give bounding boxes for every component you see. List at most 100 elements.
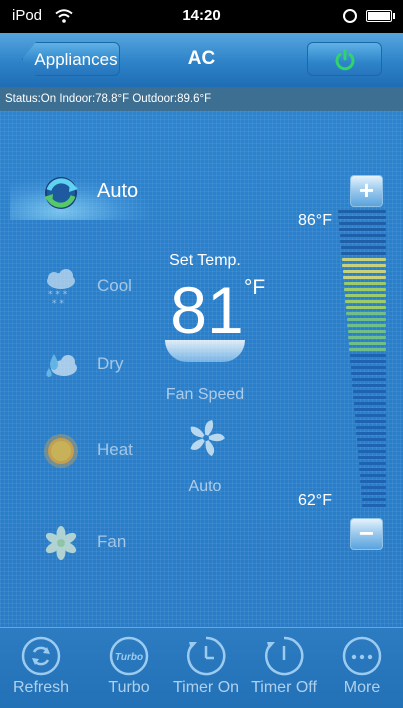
timer-off-button[interactable]: Timer Off bbox=[244, 628, 324, 708]
cool-snowflake-cloud-icon: * * * * * bbox=[47, 269, 75, 308]
temperature-level-bar bbox=[359, 474, 386, 477]
fan-speed-value: Auto bbox=[188, 478, 222, 495]
temperature-level-bar bbox=[342, 270, 386, 273]
timer-off-label: Timer Off bbox=[251, 679, 317, 696]
timer-on-icon bbox=[187, 636, 226, 676]
auto-mode-icon bbox=[44, 177, 78, 209]
temperature-level-bar bbox=[351, 378, 386, 381]
refresh-label: Refresh bbox=[12, 679, 70, 696]
max-temp-label: 86°F bbox=[298, 212, 332, 229]
minus-icon: − bbox=[358, 518, 375, 548]
bottom-toolbar: Refresh Turbo Turbo Timer On Timer Off M… bbox=[0, 627, 403, 708]
temperature-level-bar bbox=[350, 366, 386, 369]
temperature-level-bar bbox=[356, 438, 386, 441]
more-label: More bbox=[343, 679, 381, 696]
temperature-level-bar bbox=[356, 432, 386, 435]
temperature-level-bar bbox=[359, 468, 386, 471]
temperature-level-bar bbox=[354, 414, 386, 417]
temperature-level-bar bbox=[348, 342, 386, 345]
more-icon bbox=[342, 636, 382, 676]
device-status-line: Status:On Indoor:78.8°F Outdoor:89.6°F bbox=[0, 87, 403, 111]
temperature-level-bar bbox=[340, 246, 386, 249]
temperature-level-bar bbox=[362, 504, 386, 507]
turbo-icon-text: Turbo bbox=[115, 652, 143, 663]
temperature-level-bar bbox=[338, 222, 386, 225]
temperature-level-bar bbox=[348, 336, 386, 339]
mode-label-auto: Auto bbox=[97, 180, 139, 202]
decrease-temp-button[interactable]: − bbox=[350, 518, 383, 550]
temperature-level-bar bbox=[353, 396, 386, 399]
temperature-level-bar bbox=[354, 408, 386, 411]
temperature-dial-arc bbox=[165, 340, 245, 362]
temperature-level-bar bbox=[347, 330, 386, 333]
temperature-level-bar bbox=[361, 492, 386, 495]
temperature-level-bar bbox=[345, 306, 386, 309]
temperature-level-bar bbox=[344, 294, 386, 297]
temperature-level-bar bbox=[361, 498, 386, 501]
temperature-level-bar bbox=[342, 264, 386, 267]
temperature-level-bar bbox=[338, 216, 386, 219]
mode-label-heat: Heat bbox=[97, 440, 133, 459]
temperature-level-bar bbox=[341, 252, 386, 255]
turbo-button[interactable]: Turbo Turbo bbox=[89, 628, 169, 708]
dry-droplet-cloud-icon bbox=[46, 354, 77, 377]
mode-label-cool: Cool bbox=[97, 276, 132, 295]
fan-speed-button[interactable] bbox=[185, 417, 227, 464]
temperature-level-bar bbox=[352, 390, 386, 393]
temperature-level-bar bbox=[346, 312, 386, 315]
heat-sun-icon bbox=[44, 434, 78, 468]
rotation-lock-icon bbox=[343, 9, 357, 23]
set-temperature-value: 81 bbox=[170, 273, 244, 347]
set-temp-label: Set Temp. bbox=[169, 252, 241, 269]
temperature-level-bar bbox=[344, 288, 386, 291]
min-temp-label: 62°F bbox=[298, 492, 332, 509]
temperature-level-bar bbox=[360, 486, 386, 489]
refresh-button[interactable]: Refresh bbox=[1, 628, 81, 708]
fan-speed-label: Fan Speed bbox=[165, 386, 245, 403]
temperature-level-bar bbox=[338, 210, 386, 213]
temperature-level-bar bbox=[346, 318, 386, 321]
temperature-level-bar bbox=[347, 324, 386, 327]
temperature-level-bar bbox=[358, 462, 386, 465]
temperature-level-bar bbox=[360, 480, 386, 483]
timer-off-icon bbox=[265, 636, 304, 676]
temperature-level-bar bbox=[353, 402, 386, 405]
temperature-level-bar bbox=[355, 420, 386, 423]
plus-icon: + bbox=[358, 175, 375, 205]
turbo-label: Turbo bbox=[108, 679, 150, 696]
temperature-level-bar bbox=[357, 444, 386, 447]
temperature-level-bars[interactable] bbox=[336, 210, 386, 510]
svg-text:* *: * * bbox=[52, 299, 64, 308]
mode-label-fan: Fan bbox=[97, 532, 127, 551]
power-icon bbox=[335, 49, 355, 71]
temperature-level-bar bbox=[350, 360, 386, 363]
temperature-level-bar bbox=[357, 450, 386, 453]
timer-on-label: Timer On bbox=[172, 679, 240, 696]
temperature-level-bar bbox=[355, 426, 386, 429]
timer-on-button[interactable]: Timer On bbox=[166, 628, 246, 708]
temperature-unit: °F bbox=[244, 276, 266, 299]
fan-speed-icon bbox=[190, 420, 225, 457]
ac-control-screen: iPod 14:20 Appliances AC Status:On Indoo… bbox=[0, 0, 403, 708]
mode-label-dry: Dry bbox=[97, 354, 124, 373]
temperature-level-bar bbox=[343, 282, 386, 285]
increase-temp-button[interactable]: + bbox=[350, 175, 383, 207]
temperature-level-bar bbox=[339, 228, 386, 231]
status-bar: iPod 14:20 bbox=[0, 0, 403, 33]
temperature-level-bar bbox=[349, 354, 386, 357]
temperature-level-bar bbox=[343, 276, 386, 279]
temperature-level-bar bbox=[358, 456, 386, 459]
temperature-level-bar bbox=[340, 240, 386, 243]
temperature-level-bar bbox=[345, 300, 386, 303]
temperature-level-bar bbox=[351, 372, 386, 375]
battery-tip bbox=[393, 13, 395, 19]
refresh-icon bbox=[21, 636, 61, 676]
power-button[interactable] bbox=[307, 42, 382, 76]
turbo-icon: Turbo bbox=[109, 636, 149, 676]
more-button[interactable]: More bbox=[322, 628, 402, 708]
temperature-level-bar bbox=[341, 258, 386, 261]
fan-mode-icon bbox=[45, 526, 77, 560]
temperature-level-bar bbox=[349, 348, 386, 351]
battery-icon bbox=[366, 10, 392, 22]
temperature-level-bar bbox=[339, 234, 386, 237]
